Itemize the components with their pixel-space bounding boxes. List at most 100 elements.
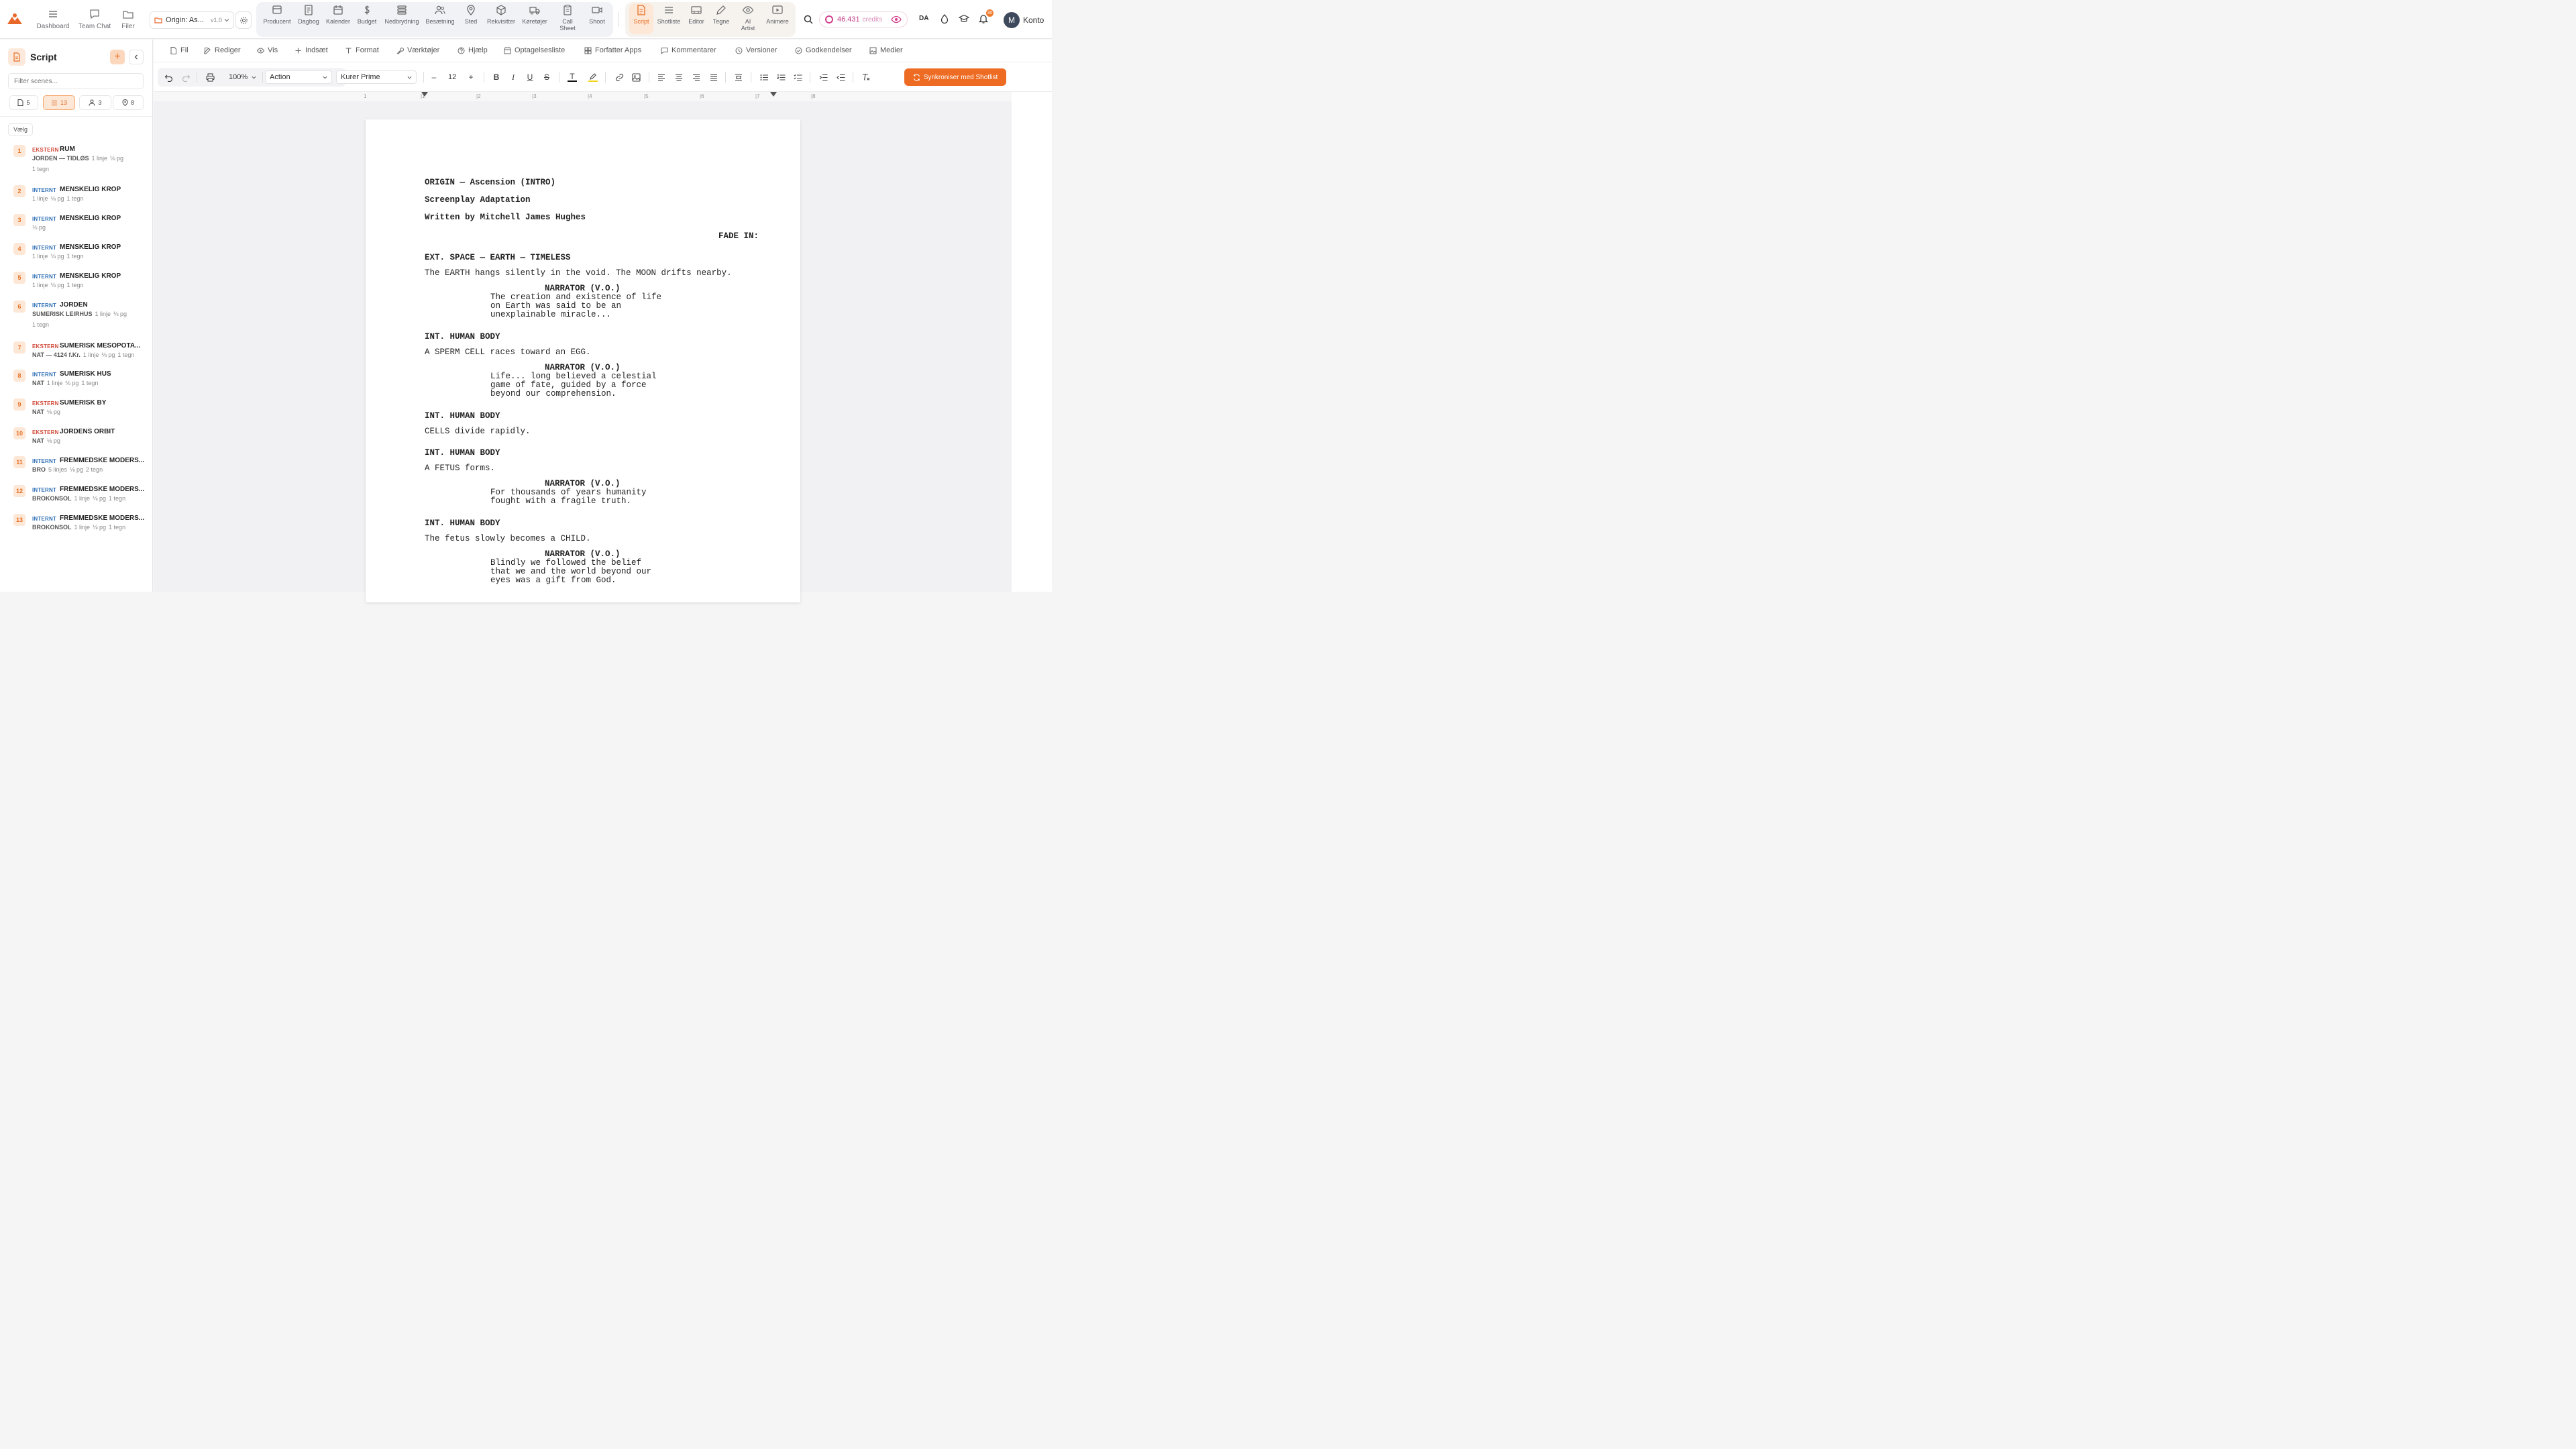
tool-editor[interactable]: Editor [687, 4, 706, 25]
menu-writer-apps[interactable]: Forfatter Apps [584, 46, 641, 54]
scene-list-item[interactable]: 8 INTERNT SUMERISK HUS NAT 1 linje ⅛ pg 1 tegn [0, 370, 152, 399]
tool-animate[interactable]: Animere [764, 4, 791, 25]
nav-dashboard[interactable]: Dashboard [37, 8, 69, 32]
app-logo[interactable] [7, 12, 23, 25]
scene-list-item[interactable]: 10 EKSTERN JORDENS ORBIT NAT ⅛ pg [0, 427, 152, 457]
tool-producer[interactable]: Producent [262, 4, 292, 25]
chat-icon [90, 9, 99, 19]
tool-script[interactable]: Script [631, 4, 652, 25]
menu-tools[interactable]: Værktøjer [396, 46, 439, 54]
scene-list-item[interactable]: 11 INTERNT FREMMEDSKE MODERS... BRO 5 linjes… [0, 456, 152, 486]
tab-pages[interactable]: 5 [9, 95, 38, 110]
outdent-button[interactable] [835, 72, 846, 83]
tool-crew[interactable]: Besætning [425, 4, 455, 25]
indent-button[interactable] [818, 72, 828, 83]
credits-badge[interactable]: 46.431 credits [819, 11, 908, 28]
tool-budget[interactable]: Budget [356, 4, 378, 25]
scene-list-item[interactable]: 5 INTERNT MENSKELIG KROP 1 linje ⅛ pg 1 tegn [0, 272, 152, 301]
tool-vehicles[interactable]: Køretøjer [521, 4, 548, 25]
underline-button[interactable]: U [525, 72, 535, 83]
add-scene-button[interactable]: + [110, 50, 125, 64]
scene-list-item[interactable]: 3 INTERNT MENSKELIG KROP ⅛ pg [0, 214, 152, 244]
decrease-font-size-button[interactable]: – [429, 72, 439, 83]
language-selector[interactable]: DA [919, 15, 928, 22]
tool-props[interactable]: Rekvisitter [485, 4, 517, 25]
account-menu[interactable]: Konto [1023, 15, 1044, 25]
tab-scenes[interactable]: 13 [43, 95, 75, 110]
menu-media[interactable]: Medier [869, 46, 903, 54]
right-indent-handle[interactable] [770, 92, 777, 97]
menu-edit[interactable]: Rediger [204, 46, 241, 54]
tool-calendar[interactable]: Kalender [325, 4, 352, 25]
menu-shot-list[interactable]: Optagelsesliste [504, 46, 565, 54]
nav-team-chat[interactable]: Team Chat [77, 8, 112, 32]
align-right-button[interactable] [691, 72, 702, 83]
graduation-cap-icon[interactable] [959, 13, 969, 24]
scene-list-item[interactable]: 2 INTERNT MENSKELIG KROP 1 linje ⅛ pg 1 tegn [0, 185, 152, 215]
highlight-button[interactable] [588, 72, 598, 83]
increase-font-size-button[interactable]: + [466, 72, 476, 83]
nav-files[interactable]: Filer [119, 8, 138, 32]
print-button[interactable] [205, 72, 215, 83]
scene-meta-pages: ⅛ pg [110, 155, 124, 162]
text-color-button[interactable]: T [567, 72, 578, 83]
insert-link-button[interactable] [614, 72, 625, 83]
checklist-button[interactable] [792, 72, 803, 83]
tool-ai-artist[interactable]: AI Artist [739, 4, 757, 32]
scene-list-item[interactable]: 6 INTERNT JORDEN SUMERISK LEIRHUS 1 linje ⅛ p… [0, 301, 152, 330]
project-settings-button[interactable] [235, 11, 252, 29]
align-justify-button[interactable] [708, 72, 719, 83]
tool-location[interactable]: Sted [462, 4, 480, 25]
menu-view[interactable]: Vis [257, 46, 278, 54]
tab-locations[interactable]: 8 [113, 95, 144, 110]
font-select[interactable]: Kurer Prime [336, 70, 417, 84]
italic-button[interactable]: I [508, 72, 519, 83]
avatar[interactable]: M [1004, 12, 1020, 28]
undo-button[interactable] [163, 72, 174, 83]
scene-list-item[interactable]: 4 INTERNT MENSKELIG KROP 1 linje ⅛ pg 1 tegn [0, 243, 152, 272]
collapse-sidebar-button[interactable] [129, 50, 144, 64]
element-type-select[interactable]: Action [265, 70, 332, 84]
bold-button[interactable]: B [491, 72, 502, 83]
zoom-select[interactable]: 100% [229, 70, 256, 84]
tool-call-sheet[interactable]: Call Sheet [555, 4, 580, 32]
droplet-icon[interactable] [939, 13, 950, 24]
menu-approvals[interactable]: Godkendelser [795, 46, 852, 54]
global-search-button[interactable] [800, 11, 816, 28]
font-size-value[interactable]: 12 [448, 70, 456, 84]
scene-list-item[interactable]: 12 INTERNT FREMMEDSKE MODERS... BROKONSOL 1 … [0, 485, 152, 515]
scene-list-item[interactable]: 9 EKSTERN SUMERISK BY NAT ⅛ pg [0, 398, 152, 428]
clear-formatting-button[interactable] [860, 72, 871, 83]
vertical-align-button[interactable] [733, 72, 744, 83]
tool-draw[interactable]: Tegne [712, 4, 731, 25]
left-indent-handle[interactable] [421, 92, 428, 97]
tool-diary[interactable]: Dagbog [297, 4, 321, 25]
menu-help[interactable]: Hjælp [458, 46, 488, 54]
scene-list-item[interactable]: 13 INTERNT FREMMEDSKE MODERS... BROKONSOL 1 … [0, 514, 152, 543]
menu-file[interactable]: Fil [170, 46, 189, 54]
scene-list-item[interactable]: 1 EKSTERN RUM JORDEN — TIDLØS 1 linje ⅛ pg 1 t… [0, 145, 152, 174]
menu-versions[interactable]: Versioner [735, 46, 777, 54]
project-selector[interactable]: Origin: As... v1.0 [150, 11, 234, 29]
numbered-list-button[interactable] [775, 72, 786, 83]
scene-filter-input[interactable] [8, 73, 144, 89]
align-left-button[interactable] [656, 72, 667, 83]
insert-image-button[interactable] [631, 72, 641, 83]
align-center-button[interactable] [674, 72, 684, 83]
bullet-list-button[interactable] [759, 72, 769, 83]
menu-format[interactable]: Format [345, 46, 379, 54]
tool-shotlist[interactable]: Shotliste [656, 4, 682, 25]
sync-shotlist-button[interactable]: Synkroniser med Shotlist [904, 68, 1006, 86]
tab-characters[interactable]: 3 [79, 95, 111, 110]
tool-shoot[interactable]: Shoot [586, 4, 608, 25]
strikethrough-button[interactable]: S [541, 72, 552, 83]
tool-breakdown[interactable]: Nedbrydning [383, 4, 421, 25]
scene-list-item[interactable]: 7 EKSTERN SUMERISK MESOPOTA... NAT — 4124 f… [0, 341, 152, 371]
script-page[interactable]: ORIGIN — Ascension (INTRO) Screenplay Ad… [366, 119, 800, 602]
scene-meta-pages: ⅛ pg [50, 195, 64, 202]
select-scenes-button[interactable]: Vælg [8, 123, 34, 136]
scene-meta: BRO 5 linjes ⅛ pg 2 tegn [32, 466, 105, 473]
menu-comments[interactable]: Kommentarer [661, 46, 716, 54]
redo-button[interactable] [180, 72, 191, 83]
menu-insert[interactable]: Indsæt [294, 46, 328, 54]
